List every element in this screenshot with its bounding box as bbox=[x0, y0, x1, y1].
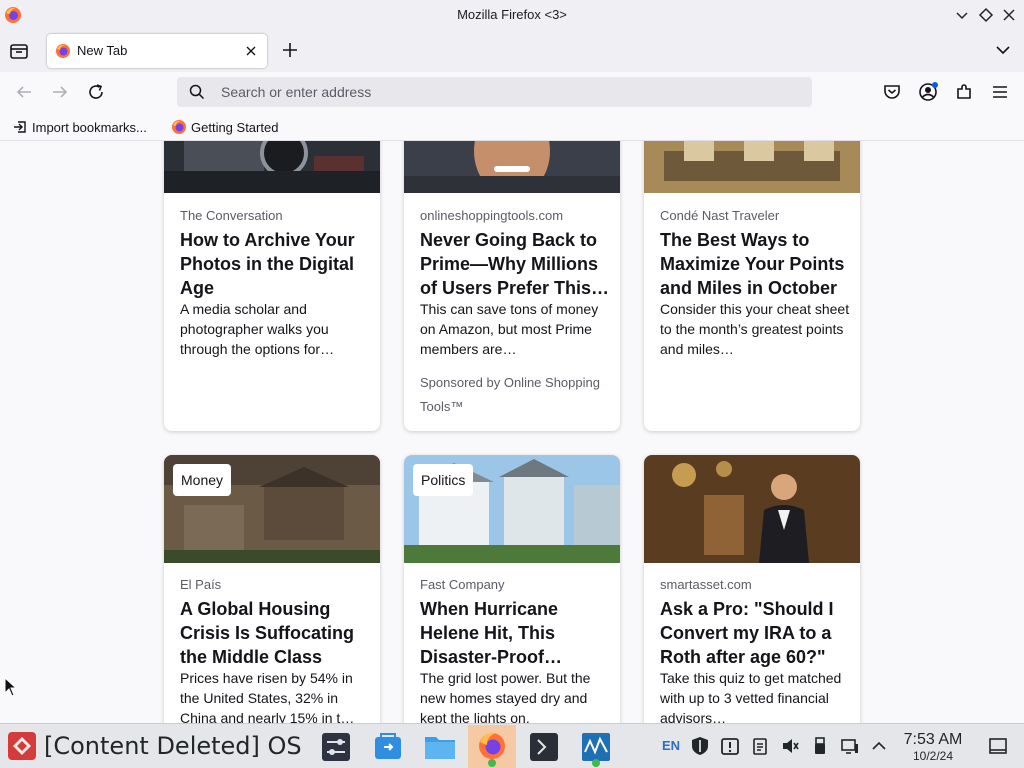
story-excerpt: The grid lost power. But the new homes s… bbox=[420, 670, 591, 723]
story-card[interactable]: The Conversation How to Archive Your Pho… bbox=[164, 141, 380, 431]
story-source: The Conversation bbox=[180, 208, 283, 223]
taskbar-app-firefox[interactable] bbox=[468, 725, 516, 768]
story-excerpt: Prices have risen by 54% in the United S… bbox=[180, 670, 355, 723]
search-icon bbox=[189, 84, 205, 100]
menu-icon[interactable] bbox=[989, 81, 1011, 103]
taskbar-app-discover[interactable] bbox=[364, 725, 412, 768]
story-thumbnail bbox=[644, 141, 860, 193]
firefox-icon bbox=[56, 44, 70, 58]
story-card[interactable]: Condé Nast Traveler The Best Ways to Max… bbox=[644, 141, 860, 431]
clipboard-icon[interactable] bbox=[750, 736, 770, 756]
store-app-icon bbox=[375, 733, 401, 759]
firefox-icon bbox=[172, 120, 186, 134]
story-thumbnail bbox=[404, 141, 620, 193]
new-tab-page: The Conversation How to Archive Your Pho… bbox=[0, 141, 1024, 723]
bookmark-import[interactable]: Import bookmarks... bbox=[12, 118, 147, 136]
story-title: How to Archive Your Photos in the Digita… bbox=[180, 230, 355, 298]
folder-icon bbox=[425, 737, 455, 759]
taskbar: [Content Deleted] OS EN 7:53 AM 10/2/24 bbox=[0, 723, 1024, 768]
story-source: Condé Nast Traveler bbox=[660, 208, 780, 223]
story-excerpt: A media scholar and photographer walks y… bbox=[180, 301, 335, 357]
story-thumbnail bbox=[164, 141, 380, 193]
story-card[interactable]: smartasset.com Ask a Pro: "Should I Conv… bbox=[644, 455, 860, 723]
taskbar-app-settings[interactable] bbox=[312, 725, 360, 768]
sponsor-label: Sponsored by Online Shopping Tools™ bbox=[420, 375, 600, 414]
forward-button[interactable] bbox=[49, 81, 71, 103]
story-excerpt: Take this quiz to get matched with up to… bbox=[660, 670, 842, 723]
firefox-icon bbox=[479, 732, 505, 767]
story-source: El País bbox=[180, 577, 222, 592]
story-title: The Best Ways to Maximize Your Points an… bbox=[660, 230, 845, 298]
bookmark-getting-started[interactable]: Getting Started bbox=[171, 118, 278, 136]
import-icon bbox=[14, 121, 26, 133]
close-window-button[interactable] bbox=[1000, 6, 1018, 24]
story-source: smartasset.com bbox=[660, 577, 752, 592]
notification-alert-icon[interactable] bbox=[720, 736, 740, 756]
os-label: [Content Deleted] OS bbox=[44, 732, 302, 760]
extensions-icon[interactable] bbox=[953, 81, 975, 103]
taskbar-app-terminal[interactable] bbox=[520, 725, 568, 768]
show-desktop-icon[interactable] bbox=[988, 736, 1008, 756]
network-icon[interactable] bbox=[840, 736, 860, 756]
tray-expand-icon[interactable] bbox=[869, 736, 889, 756]
reload-button[interactable] bbox=[85, 81, 107, 103]
security-shield-icon[interactable] bbox=[690, 736, 710, 756]
usb-device-icon[interactable] bbox=[810, 736, 830, 756]
account-icon[interactable] bbox=[917, 81, 939, 103]
firefox-view-button[interactable] bbox=[8, 40, 30, 62]
story-card[interactable]: Politics Fast Company When Hurricane Hel… bbox=[404, 455, 620, 723]
launcher-icon bbox=[13, 737, 31, 755]
clock-time[interactable]: 7:53 AM bbox=[898, 731, 968, 749]
keyboard-layout-indicator[interactable]: EN bbox=[662, 738, 680, 753]
story-title: Ask a Pro: "Should I Convert my IRA to a… bbox=[660, 599, 834, 667]
bookmark-label: Import bookmarks... bbox=[32, 119, 147, 135]
story-title: When Hurricane Helene Hit, This Disaster… bbox=[420, 599, 563, 667]
mouse-cursor-icon bbox=[4, 677, 18, 697]
tab-new-tab[interactable]: New Tab bbox=[47, 34, 267, 68]
story-excerpt: Consider this your cheat sheet to the mo… bbox=[660, 301, 850, 357]
terminal-icon bbox=[530, 733, 558, 761]
bookmark-label: Getting Started bbox=[191, 119, 279, 135]
story-thumbnail: Politics bbox=[404, 455, 620, 563]
story-card[interactable]: Money El País A Global Housing Crisis Is… bbox=[164, 455, 380, 723]
settings-app-icon bbox=[322, 733, 350, 761]
back-button[interactable] bbox=[13, 81, 35, 103]
story-title: A Global Housing Crisis Is Suffocating t… bbox=[180, 599, 355, 667]
list-all-tabs-button[interactable] bbox=[994, 41, 1012, 59]
address-bar[interactable] bbox=[177, 77, 812, 107]
maximize-button[interactable] bbox=[977, 6, 995, 24]
bookmarks-toolbar: Import bookmarks... Getting Started bbox=[0, 112, 1024, 141]
category-badge: Money bbox=[173, 464, 232, 496]
taskbar-app-files[interactable] bbox=[416, 725, 464, 768]
pocket-icon[interactable] bbox=[881, 81, 903, 103]
story-excerpt: This can save tons of money on Amazon, b… bbox=[420, 301, 599, 357]
close-tab-icon[interactable] bbox=[243, 43, 259, 59]
system-monitor-icon bbox=[582, 733, 610, 767]
new-tab-button[interactable] bbox=[280, 40, 300, 60]
tab-strip: New Tab bbox=[0, 30, 1024, 72]
story-card-sponsored[interactable]: onlineshoppingtools.com Never Going Back… bbox=[404, 141, 620, 431]
tab-label: New Tab bbox=[77, 43, 128, 58]
window-titlebar: Mozilla Firefox <3> bbox=[0, 0, 1024, 30]
story-thumbnail bbox=[644, 455, 860, 563]
minimize-button[interactable] bbox=[953, 6, 971, 24]
window-title: Mozilla Firefox <3> bbox=[457, 7, 567, 22]
taskbar-app-monitor[interactable] bbox=[572, 725, 620, 768]
clock-date[interactable]: 10/2/24 bbox=[898, 749, 968, 763]
volume-muted-icon[interactable] bbox=[780, 736, 800, 756]
app-launcher-button[interactable] bbox=[8, 732, 36, 760]
story-thumbnail: Money bbox=[164, 455, 380, 563]
category-badge: Politics bbox=[413, 464, 474, 496]
story-source: Fast Company bbox=[420, 577, 505, 592]
story-source: onlineshoppingtools.com bbox=[420, 208, 564, 223]
story-title: Never Going Back to Prime—Why Millions o… bbox=[420, 230, 610, 298]
address-input[interactable] bbox=[221, 77, 781, 107]
navigation-toolbar bbox=[0, 72, 1024, 112]
